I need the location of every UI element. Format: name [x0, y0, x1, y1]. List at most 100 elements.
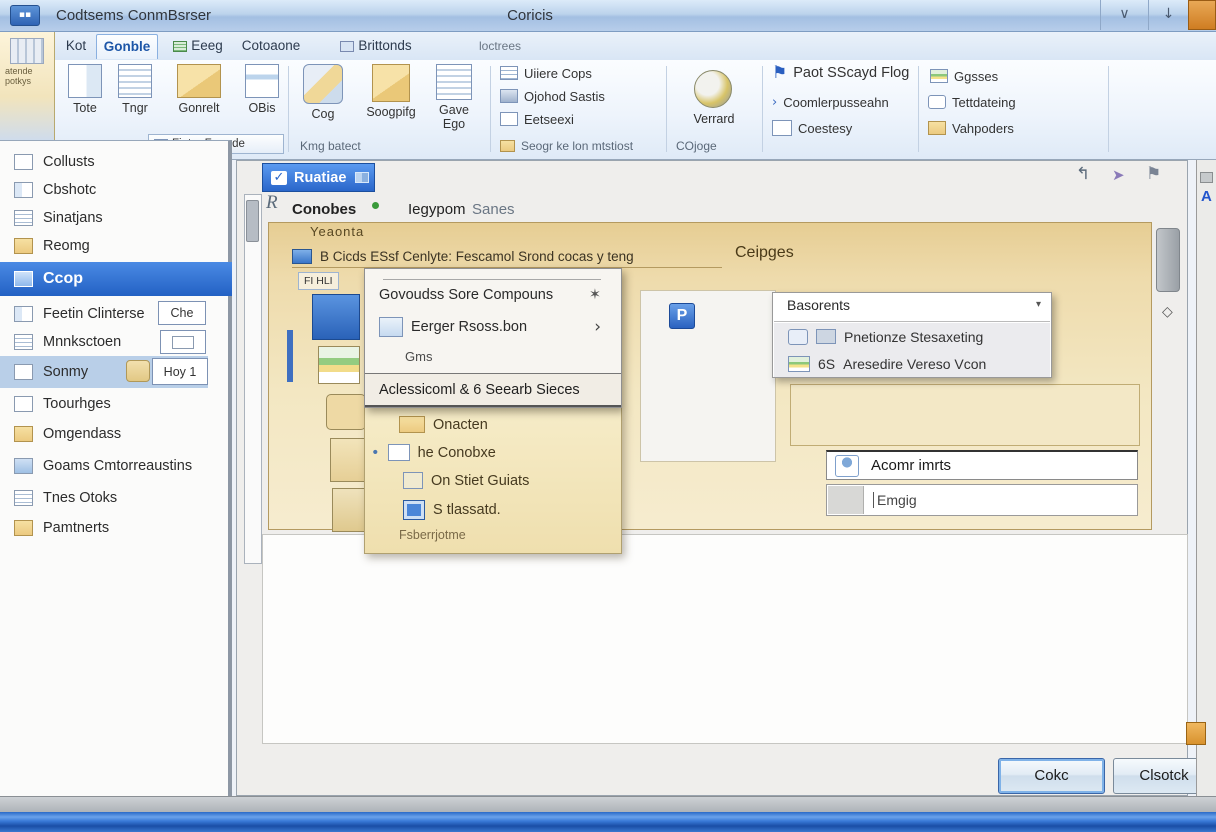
tab-send-label: Eeeg: [191, 38, 223, 53]
ribbon-group4-label: COjoge: [676, 139, 717, 153]
person-icon: [835, 455, 859, 477]
dialog-left-scrollbar[interactable]: [244, 194, 262, 564]
ribbon-button-verrard[interactable]: [694, 70, 732, 108]
folder-icon: [372, 64, 410, 102]
app-icon[interactable]: ▪▪: [10, 5, 40, 26]
window-icon: [340, 41, 354, 52]
ribbon-item-label: Coomlerpusseahn: [783, 95, 889, 110]
sidebar-item-omgendass[interactable]: Omgendass: [0, 420, 232, 448]
ribbon-item-ggsses[interactable]: Ggsses: [930, 66, 998, 86]
menu-item-eerger[interactable]: Eerger Rsoss.bon ›: [379, 317, 609, 337]
ribbon-button-tag[interactable]: Tngr: [112, 64, 158, 115]
tab-home-active[interactable]: Gonble: [96, 34, 158, 59]
dropdown-option-label: Pnetionze Stesaxeting: [844, 329, 983, 345]
sidebar-item-reomg[interactable]: Reomg: [0, 232, 232, 260]
sidebar-item-tnes[interactable]: Tnes Otoks: [0, 484, 232, 512]
sidebar-item-toourhges[interactable]: Toourhges: [0, 390, 232, 418]
ribbon-item-tettdateing[interactable]: Tettdateing: [928, 92, 1016, 112]
scrollbar-thumb[interactable]: [1156, 228, 1180, 292]
restore-button[interactable]: ↓: [1148, 0, 1188, 30]
list-sheet-icon[interactable]: [318, 346, 360, 384]
tab-folder[interactable]: Cotoaone: [238, 34, 304, 59]
ribbon-group3-label: Seogr ke lon mtstiost: [521, 139, 633, 153]
sidebar-badge-hoy[interactable]: Hoy 1: [152, 358, 208, 385]
ok-button[interactable]: Cokc: [998, 758, 1105, 794]
ribbon-group3-label-row: Seogr ke lon mtstiost: [500, 136, 633, 156]
ribbon-button-cog[interactable]: Cog: [298, 64, 348, 121]
dialog-tab-iegypom[interactable]: Iegypom: [408, 201, 466, 218]
dropdown-value[interactable]: Basorents: [787, 297, 850, 313]
sidebar-item-ccop-selected[interactable]: Ccop: [0, 262, 232, 296]
ribbon-right-label: loctrees: [455, 34, 545, 59]
dialog-tab-sanes[interactable]: Sanes: [472, 201, 515, 218]
mini-buttons[interactable]: FI HLI: [298, 272, 339, 290]
ribbon-button-shopping[interactable]: Soogpifg: [356, 64, 426, 119]
tree-item-label: he Conobxe: [418, 445, 496, 461]
menu-item-compounds[interactable]: Govoudss Sore Compouns ✶: [379, 287, 609, 303]
pointer-icon[interactable]: ➤: [1112, 166, 1125, 184]
dock-button-icon[interactable]: [1200, 172, 1213, 183]
sidebar-item-pamtnerts[interactable]: Pamtnerts: [0, 514, 232, 542]
ribbon-item-flag[interactable]: ⚑ Paot SScayd Flog: [772, 63, 909, 83]
ribbon-item-eetseexi[interactable]: Eetseexi: [500, 109, 574, 129]
sidebar-item-label: Sonmy: [43, 364, 88, 380]
sidebar-item-label: Sinatjans: [43, 210, 103, 226]
sidebar-badge-icon[interactable]: [160, 330, 206, 354]
ribbon-button-new[interactable]: Tote: [62, 64, 108, 115]
dialog-tab-conobes[interactable]: Conobes: [292, 201, 356, 218]
dropdown-arrow-icon[interactable]: ▾: [1036, 299, 1041, 310]
checkmark-icon: ✓: [271, 171, 287, 185]
menu-item-gms[interactable]: Gms: [405, 349, 635, 364]
ribbon-item-view-cops[interactable]: Uiiere Cops: [500, 63, 592, 83]
sidebar-item-goams[interactable]: Goams Cmtorreaustins: [0, 452, 232, 480]
ribbon-button-save[interactable]: Gave Ego: [430, 64, 478, 132]
ribbon-item-ojohod[interactable]: Ojohod Sastis: [500, 86, 605, 106]
screen-icon: [14, 458, 33, 474]
ribbon-button-obis[interactable]: OBis: [240, 64, 284, 115]
tab-view[interactable]: Brittonds: [328, 34, 424, 59]
tools-icon: [10, 38, 44, 64]
tab-file[interactable]: Kot: [58, 34, 94, 59]
tree-item-onacten[interactable]: Onacten: [399, 416, 488, 433]
sidebar-item-label: Mnnksctoen: [43, 334, 121, 350]
tree-item-tlassatd[interactable]: S tlassatd.: [403, 500, 501, 520]
folder-icon: [177, 64, 221, 98]
sidebar-badge-che[interactable]: Che: [158, 301, 206, 325]
minimize-button[interactable]: ∨: [1100, 0, 1148, 30]
globe-icon: [694, 70, 732, 108]
sidebar-item-sinatjans[interactable]: Sinatjans: [0, 204, 232, 232]
tool-icon: [303, 64, 343, 104]
group-icon: [14, 271, 33, 287]
ribbon-item-compare[interactable]: › Coomlerpusseahn: [772, 92, 889, 112]
ribbon-item-vahpoders[interactable]: Vahpoders: [928, 118, 1014, 138]
tree-item-label: On Stiet Guiats: [431, 473, 529, 489]
tree-item-conobxe[interactable]: • he Conobxe: [371, 444, 496, 461]
ribbon-button-connect[interactable]: Gonrelt: [162, 64, 236, 115]
dropdown-option-2[interactable]: 6S Aresedire Vereso Vcon: [774, 350, 1050, 377]
phone-icon: [928, 95, 946, 109]
tab-send[interactable]: Eeeg: [164, 34, 232, 59]
menu-footer-item[interactable]: Aclessicoml & 6 Seearb Sieces: [365, 373, 621, 407]
dropdown-option-1[interactable]: Pnetionze Stesaxeting: [774, 323, 1050, 350]
tree-item-guiats[interactable]: On Stiet Guiats: [403, 472, 529, 489]
email-input[interactable]: Emgig: [826, 484, 1138, 516]
close-button[interactable]: [1188, 0, 1216, 30]
sidebar-item-label: Toourhges: [43, 396, 111, 412]
orange-marker-icon[interactable]: [1186, 722, 1206, 745]
shape-icon[interactable]: [326, 394, 366, 430]
form-check-line[interactable]: B Cicds ESsf Cenlyte: Fescamol Srond coc…: [292, 246, 722, 268]
monitor-icon[interactable]: [312, 294, 360, 340]
ribbon-divider: [918, 66, 919, 152]
undo-icon[interactable]: ↰: [1076, 164, 1090, 184]
star-icon: ✶: [589, 287, 601, 303]
sidebar-item-collusts[interactable]: Collusts: [0, 148, 232, 176]
sidebar-item-cbshotc[interactable]: Cbshotc: [0, 176, 232, 204]
blue-square-icon: [403, 500, 425, 520]
account-row[interactable]: Acomr imrts: [826, 450, 1138, 480]
card-icon: [14, 182, 33, 198]
ribbon-item-category[interactable]: Coestesy: [772, 118, 852, 138]
quick-access-pane: atende potkys: [0, 32, 55, 140]
flag-icon[interactable]: ⚑: [1146, 164, 1161, 184]
dialog-header-tab[interactable]: ✓ Ruatiae: [262, 163, 375, 192]
scrollbar-thumb[interactable]: [246, 200, 259, 242]
